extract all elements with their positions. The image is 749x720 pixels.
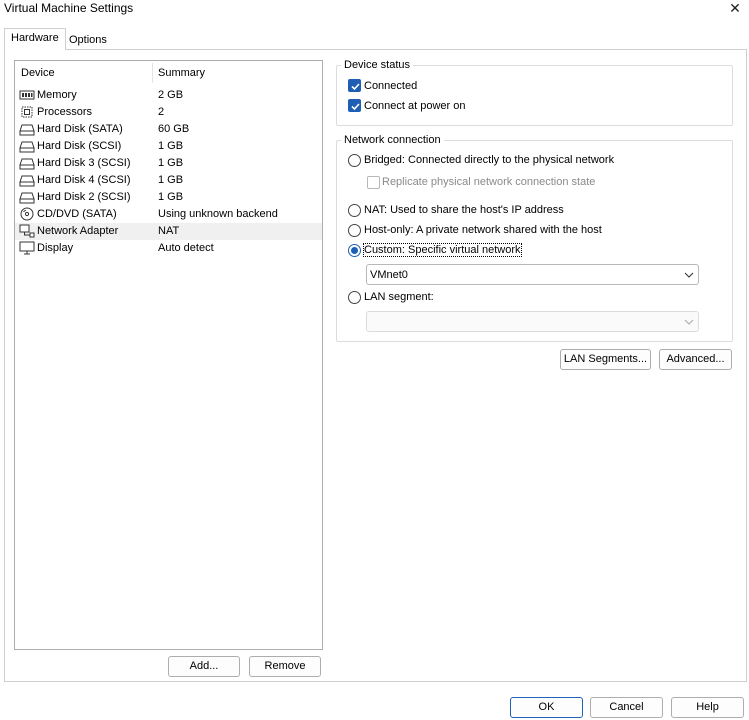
advanced-button[interactable]: Advanced... — [659, 349, 732, 370]
column-separator[interactable] — [152, 63, 153, 83]
custom-network-value: VMnet0 — [370, 269, 408, 281]
device-summary: 2 — [158, 106, 165, 118]
device-row-display[interactable]: Display Auto detect — [15, 240, 322, 257]
processor-icon — [21, 106, 33, 118]
lan-segment-label[interactable]: LAN segment: — [364, 291, 434, 303]
device-name: Hard Disk (SATA) — [37, 123, 123, 135]
device-name: Network Adapter — [37, 225, 119, 237]
device-row-hard-disk-2-scsi[interactable]: Hard Disk 2 (SCSI) 1 GB — [15, 189, 322, 206]
hard-disk-icon — [19, 192, 35, 204]
device-row-hard-disk-scsi[interactable]: Hard Disk (SCSI) 1 GB — [15, 138, 322, 155]
hard-disk-icon — [19, 175, 35, 187]
connected-label[interactable]: Connected — [364, 80, 417, 92]
hard-disk-icon — [19, 141, 35, 153]
close-icon[interactable]: ✕ — [727, 0, 743, 16]
device-name: Hard Disk 2 (SCSI) — [37, 191, 131, 203]
connect-at-power-on-label[interactable]: Connect at power on — [364, 100, 466, 112]
window-title: Virtual Machine Settings — [4, 1, 134, 15]
ok-button[interactable]: OK — [510, 697, 583, 718]
host-only-radio[interactable] — [348, 224, 361, 237]
custom-network-select[interactable]: VMnet0 — [366, 264, 699, 285]
device-summary: 1 GB — [158, 140, 184, 152]
device-row-hard-disk-4-scsi[interactable]: Hard Disk 4 (SCSI) 1 GB — [15, 172, 322, 189]
lan-segment-radio[interactable] — [348, 291, 361, 304]
device-row-network-adapter[interactable]: Network Adapter NAT — [15, 223, 322, 240]
hard-disk-icon — [19, 124, 35, 136]
network-connection-title: Network connection — [341, 134, 444, 146]
device-row-processors[interactable]: Processors 2 — [15, 104, 322, 121]
device-name: Processors — [37, 106, 93, 118]
connected-checkbox[interactable] — [348, 79, 361, 92]
device-name: Memory — [37, 89, 77, 101]
nat-label[interactable]: NAT: Used to share the host's IP address — [364, 204, 564, 216]
device-summary: 60 GB — [158, 123, 190, 135]
tab-strip: Hardware Options — [0, 28, 749, 50]
device-name: Display — [37, 242, 74, 254]
device-summary: 1 GB — [158, 157, 184, 169]
device-row-hard-disk-sata[interactable]: Hard Disk (SATA) 60 GB — [15, 121, 322, 138]
host-only-label[interactable]: Host-only: A private network shared with… — [364, 224, 602, 236]
help-button[interactable]: Help — [671, 697, 744, 718]
display-icon — [19, 241, 35, 255]
column-header-device[interactable]: Device — [21, 67, 55, 79]
chevron-down-icon — [684, 272, 694, 278]
device-summary: NAT — [158, 225, 180, 237]
device-status-title: Device status — [341, 59, 414, 71]
device-summary: 1 GB — [158, 174, 184, 186]
device-name: Hard Disk 3 (SCSI) — [37, 157, 131, 169]
network-adapter-icon — [19, 224, 35, 238]
custom-label[interactable]: Custom: Specific virtual network — [363, 243, 522, 257]
device-name: CD/DVD (SATA) — [37, 208, 117, 220]
device-summary: Using unknown backend — [158, 208, 278, 220]
tab-options[interactable]: Options — [62, 30, 114, 50]
device-row-cd-dvd-sata[interactable]: CD/DVD (SATA) Using unknown backend — [15, 206, 322, 223]
replicate-label: Replicate physical network connection st… — [382, 176, 596, 188]
custom-radio[interactable] — [348, 244, 361, 257]
device-summary: Auto detect — [158, 242, 214, 254]
device-list[interactable]: Device Summary Memory 2 GB Processors 2 … — [14, 60, 323, 650]
remove-button[interactable]: Remove — [249, 656, 321, 677]
hard-disk-icon — [19, 158, 35, 170]
cd-dvd-icon — [20, 207, 34, 221]
cancel-button[interactable]: Cancel — [590, 697, 663, 718]
device-name: Hard Disk 4 (SCSI) — [37, 174, 131, 186]
lan-segment-select[interactable] — [366, 311, 699, 332]
device-name: Hard Disk (SCSI) — [37, 140, 122, 152]
bridged-label[interactable]: Bridged: Connected directly to the physi… — [364, 154, 614, 166]
add-button[interactable]: Add... — [168, 656, 240, 677]
device-list-header: Device Summary — [15, 61, 322, 85]
bridged-radio[interactable] — [348, 154, 361, 167]
memory-icon — [19, 90, 35, 100]
chevron-down-icon — [684, 319, 694, 325]
replicate-checkbox[interactable] — [367, 176, 380, 189]
nat-radio[interactable] — [348, 204, 361, 217]
lan-segments-button[interactable]: LAN Segments... — [560, 349, 651, 370]
device-row-memory[interactable]: Memory 2 GB — [15, 87, 322, 104]
device-summary: 2 GB — [158, 89, 184, 101]
device-summary: 1 GB — [158, 191, 184, 203]
device-row-hard-disk-3-scsi[interactable]: Hard Disk 3 (SCSI) 1 GB — [15, 155, 322, 172]
device-status-group — [336, 65, 733, 126]
title-bar: Virtual Machine Settings ✕ — [0, 0, 749, 18]
tab-hardware[interactable]: Hardware — [4, 28, 66, 50]
column-header-summary[interactable]: Summary — [158, 67, 205, 79]
connect-at-power-on-checkbox[interactable] — [348, 99, 361, 112]
